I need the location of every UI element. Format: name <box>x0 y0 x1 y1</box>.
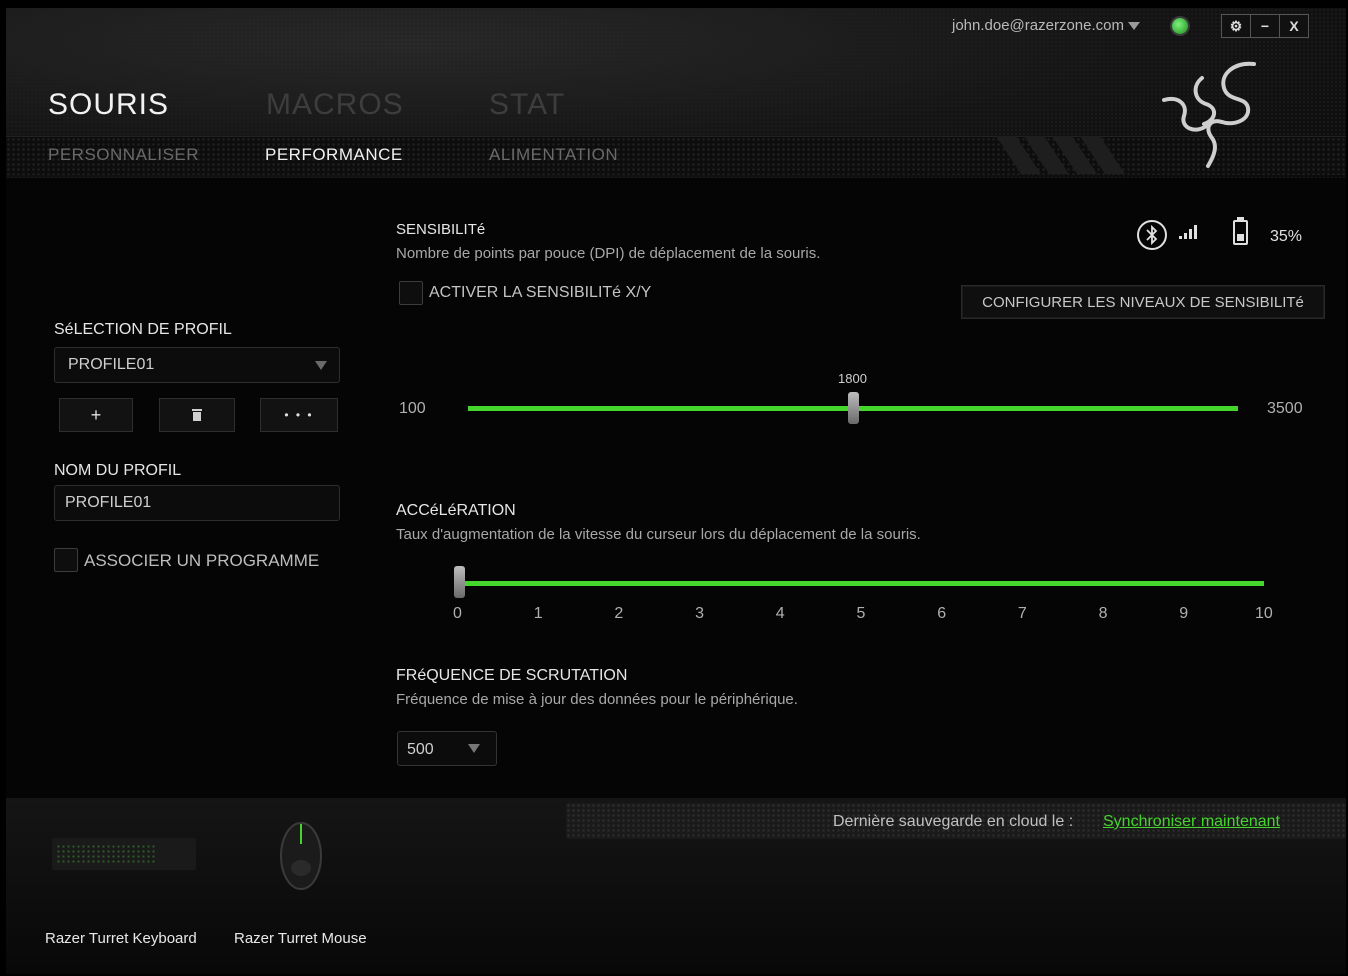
synapse-window: john.doe@razerzone.com ⚙ − X SOURIS MACR… <box>6 8 1346 974</box>
acceleration-description: Taux d'augmentation de la vitesse du cur… <box>396 526 921 543</box>
acceleration-tick-2: 2 <box>614 605 624 622</box>
sensitivity-value-label: 1800 <box>838 371 867 386</box>
chevron-down-icon <box>468 744 480 753</box>
device-label-mouse: Razer Turret Mouse <box>234 930 367 947</box>
xy-sensitivity-label: ACTIVER LA SENSIBILITé X/Y <box>429 284 652 301</box>
battery-percent: 35% <box>1270 228 1303 245</box>
tab-macros[interactable]: MACROS <box>266 88 404 122</box>
more-options-button[interactable]: • • • <box>260 398 338 432</box>
razer-logo-icon <box>1162 61 1256 168</box>
profile-name-label: NOM DU PROFIL <box>54 462 182 479</box>
acceleration-tick-8: 8 <box>1098 605 1108 622</box>
profile-name-value: PROFILE01 <box>65 494 152 511</box>
decorative-stripes <box>996 136 1125 174</box>
battery-body <box>1233 220 1248 245</box>
sync-now-link[interactable]: Synchroniser maintenant <box>1103 813 1280 831</box>
user-email: john.doe@razerzone.com <box>952 17 1124 34</box>
subtab-personnaliser[interactable]: PERSONNALISER <box>48 145 199 165</box>
acceleration-slider-track[interactable] <box>457 581 1264 586</box>
profile-selection-label: SéLECTION DE PROFIL <box>54 321 232 338</box>
add-profile-button[interactable]: + <box>59 398 133 432</box>
device-label-keyboard: Razer Turret Keyboard <box>45 930 197 947</box>
associate-program-checkbox[interactable] <box>54 548 78 572</box>
online-status-icon <box>1172 18 1188 34</box>
acceleration-tick-0: 0 <box>453 605 462 622</box>
profile-select[interactable]: PROFILE01 <box>54 347 340 383</box>
signal-bars-icon <box>1179 225 1197 239</box>
tab-stat[interactable]: STAT <box>489 88 565 122</box>
bluetooth-icon <box>1137 220 1167 250</box>
subnav-bar <box>6 136 1346 175</box>
cloud-save-label: Dernière sauvegarde en cloud le : <box>833 813 1074 830</box>
xy-sensitivity-checkbox[interactable] <box>399 281 423 305</box>
profile-select-value: PROFILE01 <box>68 356 155 373</box>
acceleration-tick-1: 1 <box>533 605 543 622</box>
acceleration-tick-3: 3 <box>695 605 704 622</box>
polling-rate-select[interactable]: 500 <box>397 731 497 766</box>
subtab-performance[interactable]: PERFORMANCE <box>265 145 403 165</box>
battery-icon <box>1233 217 1248 245</box>
acceleration-tick-7: 7 <box>1017 605 1027 622</box>
sensitivity-description: Nombre de points par pouce (DPI) de dépl… <box>396 245 821 262</box>
associate-program-label: ASSOCIER UN PROGRAMME <box>84 551 320 570</box>
settings-button[interactable]: ⚙ <box>1222 15 1251 37</box>
tab-souris[interactable]: SOURIS <box>48 88 169 122</box>
subtab-alimentation[interactable]: ALIMENTATION <box>489 145 618 165</box>
chevron-down-icon <box>315 361 327 370</box>
acceleration-tick-6: 6 <box>937 605 947 622</box>
window-controls: ⚙ − X <box>1221 14 1309 38</box>
user-account-dropdown[interactable]: john.doe@razerzone.com <box>952 17 1140 34</box>
acceleration-tick-10: 10 <box>1255 605 1273 622</box>
chevron-down-icon <box>1128 22 1140 31</box>
acceleration-tick-5: 5 <box>856 605 866 622</box>
close-button[interactable]: X <box>1280 15 1308 37</box>
delete-profile-button[interactable] <box>159 398 235 432</box>
polling-rate-value: 500 <box>407 741 434 758</box>
sensitivity-slider-thumb[interactable] <box>848 392 859 424</box>
acceleration-slider-thumb[interactable] <box>454 566 465 598</box>
minimize-button[interactable]: − <box>1251 15 1280 37</box>
polling-title: FRéQUENCE DE SCRUTATION <box>396 667 628 684</box>
mouse-device-icon[interactable] <box>276 816 326 892</box>
keyboard-keys <box>56 844 156 864</box>
profile-name-input[interactable]: PROFILE01 <box>54 485 340 521</box>
trash-icon <box>192 409 202 421</box>
polling-description: Fréquence de mise à jour des données pou… <box>396 691 798 708</box>
keyboard-device-icon[interactable] <box>52 838 196 870</box>
battery-fill <box>1237 234 1244 241</box>
sensitivity-max-label: 3500 <box>1267 400 1303 417</box>
sensitivity-min-label: 100 <box>399 400 426 417</box>
configure-sensitivity-button[interactable]: CONFIGURER LES NIVEAUX DE SENSIBILITé <box>961 285 1325 319</box>
acceleration-tick-9: 9 <box>1179 605 1189 622</box>
acceleration-title: ACCéLéRATION <box>396 502 516 519</box>
acceleration-tick-4: 4 <box>775 605 785 622</box>
sensitivity-title: SENSIBILITé <box>396 221 486 238</box>
